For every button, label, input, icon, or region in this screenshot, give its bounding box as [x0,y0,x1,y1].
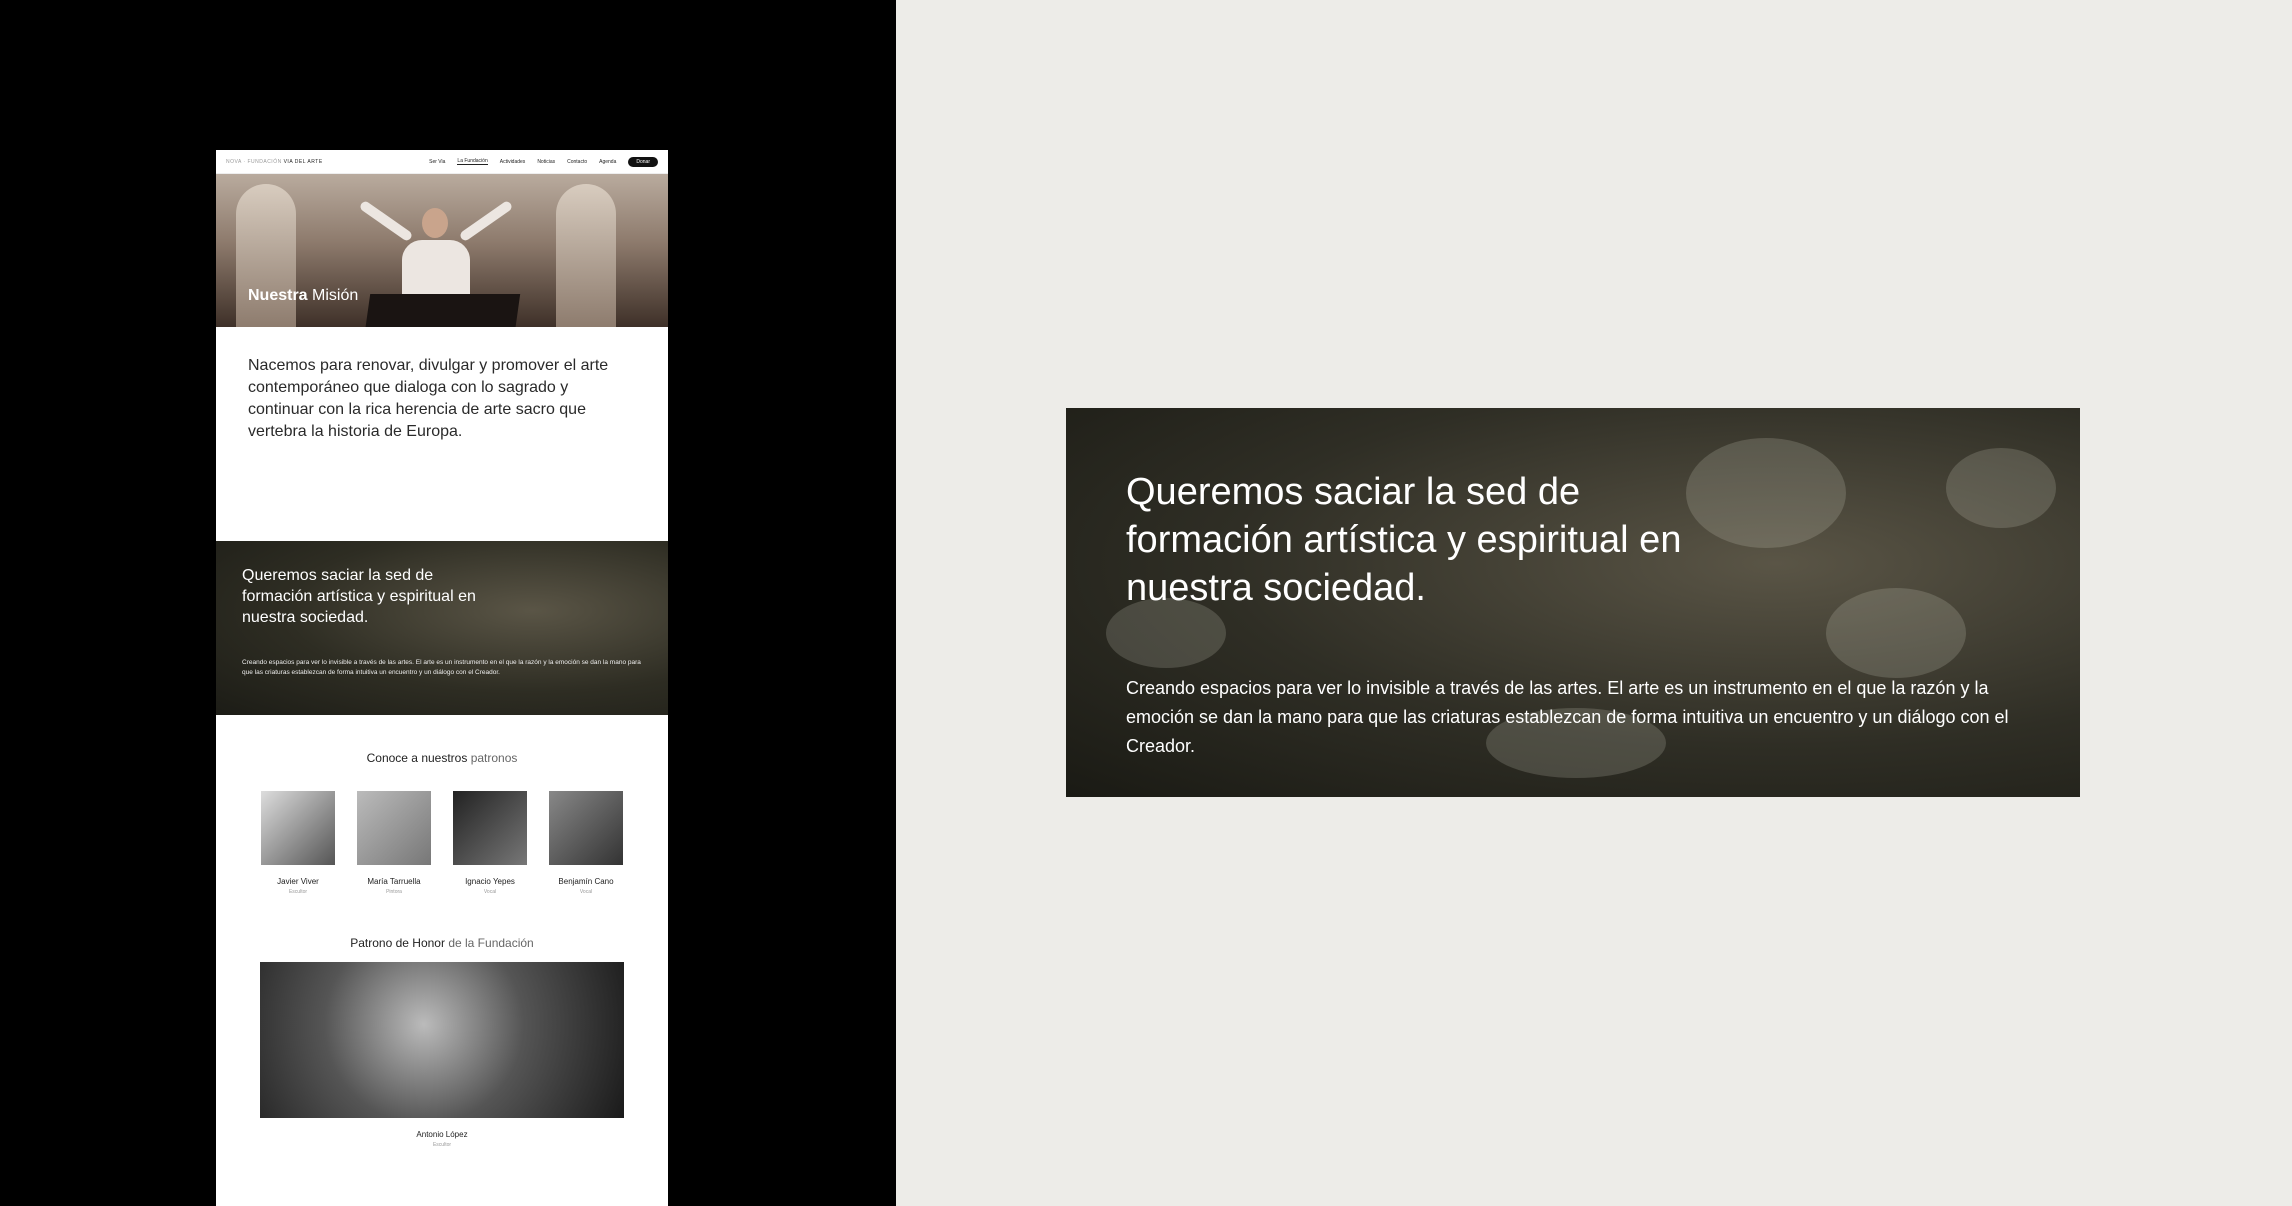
patron-role: Escultor [288,889,308,895]
card-heading: Queremos saciar la sed de formación artí… [1126,471,1682,609]
patrons-heading-light: patronos [470,751,518,765]
nav-link-noticias[interactable]: Noticias [537,159,555,165]
patrons-heading-main: Conoce a nuestros [366,751,468,765]
nav-link-ser-via[interactable]: Ser Via [429,159,445,165]
honor-heading-main: Patrono de Honor [350,936,445,950]
patron-name: Javier Viver [277,877,319,886]
nav-links: Ser Via La Fundación Actividades Noticia… [429,156,658,167]
patron-name: Ignacio Yepes [465,877,515,886]
nav-link-la-fundacion[interactable]: La Fundación [457,158,488,165]
nav-link-actividades[interactable]: Actividades [500,159,526,165]
honor-role: Escultor [432,1142,452,1148]
patron-photo [261,791,335,865]
patron-card[interactable]: María Tarruella Pintora [357,791,431,895]
nav-link-agenda[interactable]: Agenda [599,159,616,165]
honor-heading: Patrono de Honor de la Fundación [216,936,668,950]
donate-button[interactable]: Donar [628,156,658,167]
quote-section: Queremos saciar la sed de formación artí… [216,541,668,715]
patron-card[interactable]: Benjamín Cano Vocal [549,791,623,895]
honor-photo[interactable] [260,962,624,1118]
patron-name: Benjamín Cano [558,877,614,886]
patron-role: Pintora [386,889,402,895]
hero-title-bold: Nuestra [248,287,308,304]
mission-text: Nacemos para renovar, divulgar y promove… [248,357,609,440]
patron-grid: Javier Viver Escultor María Tarruella Pi… [216,791,668,895]
arch-decoration [556,184,616,327]
hero-title-light: Misión [312,287,359,304]
honor-heading-light: de la Fundación [448,936,534,950]
patrons-section: Conoce a nuestros patronos Javier Viver … [216,715,668,936]
quote-body: Creando espacios para ver lo invisible a… [242,659,641,676]
patrons-heading: Conoce a nuestros patronos [216,751,668,765]
hero-title: Nuestra Misión [248,287,358,305]
logo-prefix: NOVA · FUNDACIÓN [226,158,282,165]
honor-section: Patrono de Honor de la Fundación Antonio… [216,936,668,1206]
patron-card[interactable]: Javier Viver Escultor [261,791,335,895]
arch-decoration [236,184,296,327]
website-preview: NOVA · FUNDACIÓN VIA DEL ARTE Ser Via La… [216,150,668,1206]
site-logo[interactable]: NOVA · FUNDACIÓN VIA DEL ARTE [226,159,323,165]
patron-card[interactable]: Ignacio Yepes Vocal [453,791,527,895]
patron-photo [357,791,431,865]
nav-link-contacto[interactable]: Contacto [567,159,587,165]
hero-banner: Nuestra Misión [216,174,668,327]
music-stand-image [361,294,521,327]
patron-name: María Tarruella [367,877,421,886]
patron-role: Vocal [579,889,593,895]
logo-main: VIA DEL ARTE [283,158,323,165]
quote-heading: Queremos saciar la sed de formación artí… [242,567,476,626]
quote-card-enlarged: Queremos saciar la sed de formación artí… [1066,408,2080,797]
left-panel: NOVA · FUNDACIÓN VIA DEL ARTE Ser Via La… [0,0,896,1206]
honor-name: Antonio López [416,1130,468,1139]
card-body: Creando espacios para ver lo invisible a… [1126,678,2009,756]
patron-photo [549,791,623,865]
patron-photo [453,791,527,865]
patron-role: Vocal [483,889,497,895]
navbar: NOVA · FUNDACIÓN VIA DEL ARTE Ser Via La… [216,150,668,174]
